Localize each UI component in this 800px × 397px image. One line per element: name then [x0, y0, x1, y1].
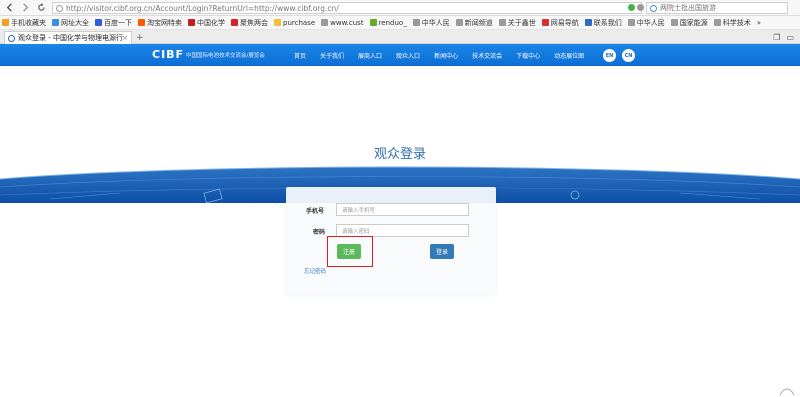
bookmark-label: 联系我们 [593, 18, 622, 27]
back-button[interactable] [2, 1, 16, 15]
window-menu-icon[interactable]: ▭ [786, 33, 794, 42]
page-title: 观众登录 [373, 147, 426, 162]
bookmark-label: 淘宝网特卖 [147, 18, 182, 27]
tab-login[interactable]: 观众登录 - 中国化学与物理电源行 × [4, 31, 132, 44]
nav-link[interactable]: 关于我们 [320, 51, 344, 60]
bookmark-favicon-icon [412, 19, 420, 26]
security-shield-icon[interactable] [628, 4, 635, 11]
forward-arrow-icon [22, 3, 28, 12]
highlight-box [327, 236, 373, 267]
forward-button[interactable] [18, 1, 32, 15]
bookmark-label: 关于鑫世 [507, 18, 536, 27]
org-name: 中国国际电池技术交流会/展览会 [186, 53, 265, 59]
bookmark-item[interactable]: 手机收藏夹 [2, 18, 46, 28]
nav-link[interactable]: 新闻中心 [434, 51, 458, 60]
bookmarks-bar: 手机收藏夹 网址大全 百度一下 淘宝网特卖 中国化学 聚焦两会 purchase www.cu… [0, 16, 800, 30]
nav-link[interactable]: 首页 [294, 51, 306, 60]
tab-bar-controls: ❐ ▭ [773, 33, 794, 42]
bookmark-item[interactable]: 关于鑫世 [498, 18, 536, 28]
new-tab-button[interactable]: + [136, 33, 144, 43]
bookmark-label: 中华人民 [421, 18, 450, 27]
bookmark-favicon-icon [369, 19, 377, 26]
bookmark-item[interactable]: 新闻频道 [455, 18, 493, 28]
bookmark-item[interactable]: 淘宝网特卖 [138, 18, 182, 28]
bookmark-favicon-icon [138, 19, 145, 26]
bookmark-favicon-icon [670, 19, 678, 26]
bookmark-favicon-icon [52, 19, 59, 26]
bookmark-label: 国家能源 [679, 18, 708, 27]
lang-en-button[interactable]: EN [603, 49, 616, 62]
bookmark-favicon-icon [95, 19, 102, 26]
bookmark-label: 科学技术 [722, 18, 751, 27]
bookmark-item[interactable]: 网址大全 [52, 18, 89, 28]
phone-label: 手机号 [306, 208, 325, 215]
bookmark-favicon-icon [455, 19, 463, 26]
scroll-corner-icon [779, 388, 795, 396]
bookmark-favicon-icon [498, 19, 506, 26]
nav-link[interactable]: 展商入口 [358, 51, 382, 60]
bookmark-label: 中国化学 [197, 18, 225, 27]
url-input[interactable]: http://visitor.cibf.org.cn/Account/Login… [52, 2, 642, 14]
bookmark-favicon-icon [584, 19, 592, 26]
tab-bar: 观众登录 - 中国化学与物理电源行 × + ❐ ▭ [0, 30, 800, 44]
bookmark-item[interactable]: 中国化学 [188, 18, 225, 28]
bookmark-item[interactable]: www.cust [321, 18, 364, 27]
restore-icon[interactable]: ❐ [773, 33, 780, 42]
nav-link[interactable]: 技术交流会 [472, 51, 502, 60]
bookmark-item[interactable]: 中华人民 [627, 18, 665, 28]
bookmark-label: renduo_ [378, 18, 407, 27]
bookmark-item[interactable]: 聚焦两会 [231, 18, 268, 28]
tab-favicon-icon [8, 34, 15, 42]
search-input[interactable]: 两院士批出国旅游 [646, 2, 788, 14]
main-nav: 首页 关于我们 展商入口 观众入口 新闻中心 技术交流会 下载中心 动态展位图 [294, 51, 598, 60]
bookmark-favicon-icon [627, 19, 635, 26]
bookmark-label: 聚焦两会 [240, 18, 268, 27]
bookmark-favicon-icon [713, 19, 721, 26]
bookmark-item[interactable]: renduo_ [369, 18, 407, 27]
bookmark-favicon-icon [274, 19, 281, 26]
address-bar: http://visitor.cibf.org.cn/Account/Login… [0, 0, 800, 16]
tab-title: 观众登录 - 中国化学与物理电源行 [18, 34, 123, 42]
bookmark-item[interactable]: 中华人民 [412, 18, 450, 28]
reload-icon [37, 3, 45, 11]
bookmark-label: 手机收藏夹 [11, 18, 46, 27]
bookmark-label: www.cust [330, 18, 364, 27]
reload-button[interactable] [34, 1, 48, 15]
bookmark-label: purchase [283, 18, 316, 27]
bookmarks-more-button[interactable]: » [757, 19, 761, 27]
bookmark-favicon-icon [188, 19, 195, 26]
page-info-icon[interactable] [56, 4, 63, 12]
search-text: 两院士批出国旅游 [660, 4, 716, 12]
bookmark-item[interactable]: 国家能源 [670, 18, 708, 28]
bookmark-favicon-icon [231, 19, 238, 26]
search-icon [650, 4, 657, 12]
bookmark-item[interactable]: 网易导航 [541, 18, 579, 28]
bookmark-label: 网易导航 [550, 18, 579, 27]
tab-close-button[interactable]: × [122, 34, 128, 42]
bookmark-item[interactable]: purchase [274, 19, 315, 27]
nav-link[interactable]: 观众入口 [396, 51, 420, 60]
site-header: CIBF 中国国际电池技术交流会/展览会 首页 关于我们 展商入口 观众入口 新闻中心 技… [0, 44, 800, 66]
dropdown-icon[interactable] [637, 4, 644, 11]
nav-link[interactable]: 下载中心 [516, 51, 540, 60]
bookmark-favicon-icon [321, 19, 329, 26]
bookmark-item[interactable]: 百度一下 [95, 18, 132, 28]
bookmark-item[interactable]: 联系我们 [584, 18, 622, 28]
bookmark-label: 新闻频道 [464, 18, 493, 27]
back-arrow-icon [6, 3, 12, 12]
bookmark-label: 网址大全 [61, 18, 89, 27]
lang-cn-button[interactable]: CN [622, 49, 635, 62]
login-button[interactable]: 登录 [430, 244, 454, 259]
site-logo[interactable]: CIBF [152, 48, 184, 61]
bookmark-favicon-icon [2, 19, 9, 26]
bookmark-item[interactable]: 科学技术 [713, 18, 751, 28]
bookmark-favicon-icon [541, 19, 549, 26]
url-text: http://visitor.cibf.org.cn/Account/Login… [66, 3, 339, 13]
bookmark-label: 百度一下 [104, 18, 132, 27]
password-label: 密码 [313, 229, 326, 236]
bookmark-label: 中华人民 [636, 18, 665, 27]
phone-input[interactable]: 请输入手机号 [336, 203, 469, 216]
forgot-password-link[interactable]: 忘记密码 [304, 267, 326, 275]
nav-link[interactable]: 动态展位图 [554, 51, 584, 60]
